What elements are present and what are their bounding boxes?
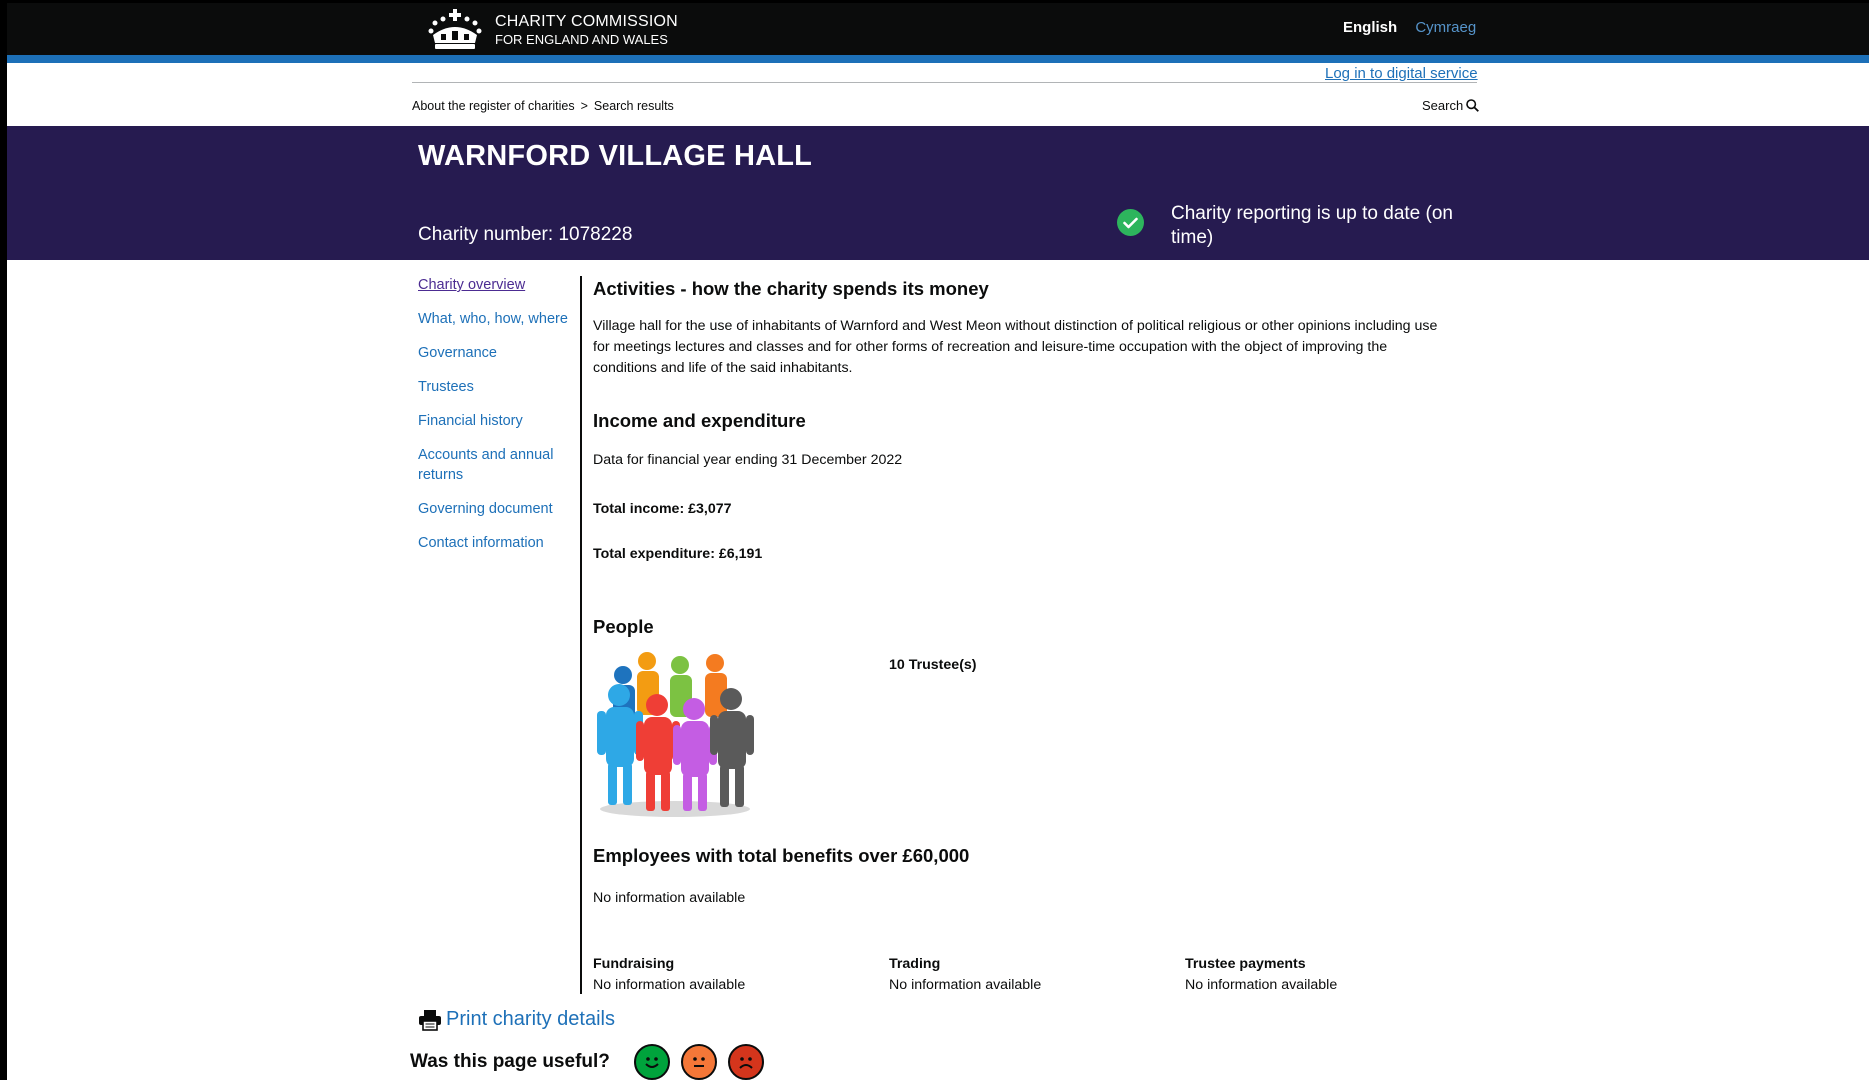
sad-face-icon[interactable] <box>727 1044 764 1080</box>
sidebar-item-trustees[interactable]: Trustees <box>418 377 568 397</box>
sidebar-nav: Charity overview What, who, how, where G… <box>418 275 568 567</box>
page-feedback: Was this page useful? <box>410 1044 775 1080</box>
login-link[interactable]: Log in to digital service <box>1325 65 1478 82</box>
breadcrumb-item-search-results[interactable]: Search results <box>594 99 674 113</box>
activities-heading: Activities - how the charity spends its … <box>593 278 989 299</box>
charity-name: WARNFORD VILLAGE HALL <box>418 140 813 172</box>
employees-text: No information available <box>593 890 746 906</box>
breadcrumb: About the register of charities > Search r… <box>412 99 674 113</box>
sidebar-item-financial-history[interactable]: Financial history <box>418 411 568 431</box>
print-label: Print charity details <box>446 1008 615 1030</box>
search-icon <box>1466 99 1480 112</box>
site-logo[interactable]: CHARITY COMMISSION FOR ENGLAND AND WALES <box>427 9 678 51</box>
breadcrumb-separator: > <box>580 99 588 113</box>
sidebar-item-governing-document[interactable]: Governing document <box>418 499 568 519</box>
crown-icon <box>428 9 482 49</box>
activities-text: Village hall for the use of inhabitants … <box>593 318 1438 376</box>
charity-number: Charity number: 1078228 <box>418 224 633 245</box>
trustee-payments-value: No information available <box>1185 977 1338 993</box>
sidebar-item-what-who-how-where[interactable]: What, who, how, where <box>418 309 568 329</box>
page: CHARITY COMMISSION FOR ENGLAND AND WALES… <box>7 3 1869 1080</box>
sidebar-item-governance[interactable]: Governance <box>418 343 568 363</box>
login-divider <box>412 82 1477 83</box>
people-heading: People <box>593 616 654 637</box>
printer-icon <box>419 1009 441 1031</box>
sidebar-item-contact-information[interactable]: Contact information <box>418 533 568 553</box>
language-switcher: English Cymraeg <box>1343 19 1476 36</box>
total-income: Total income: £3,077 <box>593 501 732 517</box>
trustee-payments-column: Trustee payments No information availabl… <box>1185 954 1337 996</box>
trustee-payments-title: Trustee payments <box>1185 956 1306 972</box>
language-welsh[interactable]: Cymraeg <box>1415 19 1476 36</box>
fundraising-column: Fundraising No information available <box>593 954 745 996</box>
content-divider <box>580 276 582 994</box>
total-expenditure: Total expenditure: £6,191 <box>593 546 763 562</box>
income-heading: Income and expenditure <box>593 410 806 431</box>
fundraising-title: Fundraising <box>593 956 675 972</box>
language-english[interactable]: English <box>1343 19 1397 36</box>
feedback-question: Was this page useful? <box>410 1051 610 1072</box>
fundraising-value: No information available <box>593 977 746 993</box>
people-illustration <box>593 651 755 826</box>
sidebar-item-charity-overview[interactable]: Charity overview <box>418 275 568 295</box>
header-accent-bar <box>7 55 1869 63</box>
logo-title: CHARITY COMMISSION <box>495 12 678 30</box>
reporting-status: Charity reporting is up to date (on time… <box>1117 202 1471 250</box>
trustees-count[interactable]: 10 Trustee(s) <box>889 655 977 676</box>
breadcrumb-item-register[interactable]: About the register of charities <box>412 99 575 113</box>
charity-banner: WARNFORD VILLAGE HALL Charity number: 10… <box>7 126 1869 260</box>
sidebar-item-accounts[interactable]: Accounts and annual returns <box>418 445 568 485</box>
site-header: CHARITY COMMISSION FOR ENGLAND AND WALES… <box>7 3 1869 55</box>
logo-subtitle: FOR ENGLAND AND WALES <box>495 31 668 47</box>
check-circle-icon <box>1117 209 1144 236</box>
neutral-face-icon[interactable] <box>680 1044 717 1080</box>
employees-heading: Employees with total benefits over £60,0… <box>593 845 970 866</box>
reporting-status-text: Charity reporting is up to date (on time… <box>1171 203 1453 248</box>
search-label: Search <box>1422 98 1464 113</box>
happy-face-icon[interactable] <box>633 1044 670 1080</box>
trading-column: Trading No information available <box>889 954 1041 996</box>
search-button[interactable]: Search <box>1422 98 1480 113</box>
trading-title: Trading <box>889 956 941 972</box>
people-group-icon <box>597 652 754 817</box>
trading-value: No information available <box>889 977 1042 993</box>
print-charity-details-link[interactable]: Print charity details <box>418 1008 615 1031</box>
financial-year-text: Data for financial year ending 31 Decemb… <box>593 452 903 468</box>
